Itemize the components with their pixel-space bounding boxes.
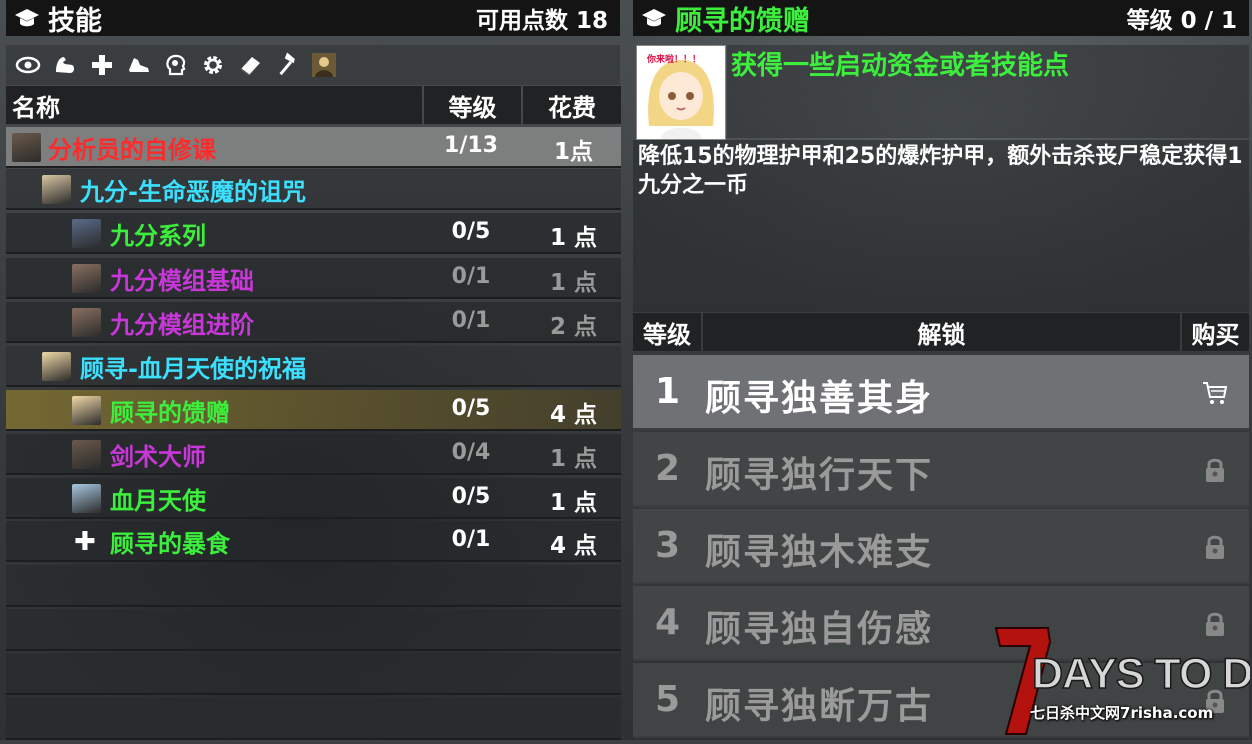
skill-row[interactable]: 九分系列 0/5 1 点 [6,213,621,254]
skill-name: 九分系列 [110,222,206,250]
skill-row[interactable]: 九分模组进阶 0/1 2 点 [6,302,621,343]
skill-name: 剑术大师 [110,443,206,471]
skill-avatar-icon [12,133,41,162]
skill-description: 降低15的物理护甲和25的爆炸护甲，额外击杀丧尸稳定获得1九分之一币 [638,144,1243,198]
skill-name: 九分-生命恶魔的诅咒 [80,178,306,206]
skill-row[interactable]: 顾寻的馈赠 0/5 4 点 [6,390,621,431]
graduation-cap-icon [15,9,39,27]
gear-icon[interactable] [199,51,227,79]
skill-name: 顾寻的暴食 [110,530,230,558]
skill-level: 1/13 [444,133,498,158]
unlock-name: 顾寻独断万古 [705,686,934,727]
watermark-site: 七日杀中文网7risha.com [1030,704,1214,722]
skill-level: 0/4 [451,440,491,465]
book-icon[interactable] [236,51,264,79]
lock-icon [1206,535,1224,559]
unlock-level-number: 1 [655,371,681,412]
column-header-name[interactable]: 名称 [6,86,422,124]
skill-avatar-icon [72,264,101,293]
unlock-level-number: 3 [655,525,681,566]
empty-row [6,609,621,651]
skill-level: 0/5 [451,219,491,244]
skill-summary: 获得一些启动资金或者技能点 [731,51,1070,81]
skill-cost: 2 点 [549,314,597,340]
skill-detail-header: 顾寻的馈赠 等级 0 / 1 [633,0,1249,37]
medical-cross-icon[interactable] [88,51,116,79]
skill-name: 九分模组基础 [110,267,254,295]
game-logo-watermark: DAYS TO DIE 七日杀中文网7risha.com [992,622,1252,740]
skill-cost: 1点 [553,139,593,165]
skill-row[interactable]: 剑术大师 0/4 1 点 [6,434,621,475]
unlock-col-buy[interactable]: 购买 [1182,313,1249,351]
skills-header: 技能 可用点数 18 [6,0,620,37]
unlock-level-number: 4 [655,602,681,643]
unlock-level-number: 2 [655,448,681,489]
skill-level: 0/1 [451,264,491,289]
skill-group-row[interactable]: 九分-生命恶魔的诅咒 [6,169,621,210]
skill-avatar-icon [72,396,101,425]
unlock-row[interactable]: 1 顾寻独善其身 [633,355,1249,430]
skill-name: 顾寻的馈赠 [110,399,230,427]
skill-cost: 1 点 [549,490,597,516]
unlock-name: 顾寻独行天下 [705,455,934,496]
skill-name: 顾寻-血月天使的祝福 [80,355,306,383]
skill-level: 0/1 [451,527,491,552]
unlock-name: 顾寻独自伤感 [705,609,934,650]
skill-cost: 4 点 [549,533,597,559]
eye-icon[interactable] [14,51,42,79]
column-header-level[interactable]: 等级 [424,86,521,124]
unlock-row[interactable]: 2 顾寻独行天下 [633,432,1249,507]
skill-row[interactable]: 分析员的自修课 1/13 1点 [6,127,621,168]
available-points: 可用点数 18 [475,8,608,34]
cart-icon[interactable] [1201,379,1229,407]
skill-avatar-icon [42,175,71,204]
unlock-col-unlock[interactable]: 解锁 [703,313,1180,351]
skill-avatar-icon [42,352,71,381]
skill-avatar-icon [72,219,101,248]
skill-name: 分析员的自修课 [48,136,216,164]
skill-name: 九分模组进阶 [110,311,254,339]
skill-avatar-icon [72,484,101,513]
skill-cost: 4 点 [549,402,597,428]
skill-level-label: 等级 0 / 1 [1126,8,1237,34]
empty-row [6,653,621,695]
skill-summary-box: 获得一些启动资金或者技能点 [727,45,1249,138]
skill-detail-title: 顾寻的馈赠 [675,5,810,37]
character-portrait-icon[interactable] [310,51,338,79]
column-header-cost[interactable]: 花费 [523,86,621,124]
skill-avatar-icon [72,308,101,337]
skill-level: 0/5 [451,484,491,509]
portrait-caption: 你来啦！！！ [647,55,702,65]
hammer-icon[interactable] [273,51,301,79]
skill-avatar-icon [72,440,101,469]
skill-row[interactable]: 九分模组基础 0/1 1 点 [6,258,621,299]
unlock-name: 顾寻独善其身 [705,378,934,419]
skill-row[interactable]: ✚ 顾寻的暴食 0/1 4 点 [6,521,621,562]
strength-arm-icon[interactable] [51,51,79,79]
lock-icon [1206,458,1224,482]
skill-group-row[interactable]: 顾寻-血月天使的祝福 [6,346,621,387]
skill-row[interactable]: 血月天使 0/5 1 点 [6,478,621,519]
skill-cost: 1 点 [549,225,597,251]
category-tabs [6,45,620,85]
head-brain-icon[interactable] [162,51,190,79]
sparkle-plus-icon: ✚ [74,527,96,557]
skill-description-box: 降低15的物理护甲和25的爆炸护甲，额外击杀丧尸稳定获得1九分之一币 [633,140,1249,312]
unlock-name: 顾寻独木难支 [705,532,934,573]
unlock-row[interactable]: 3 顾寻独木难支 [633,509,1249,584]
skill-name: 血月天使 [110,487,206,515]
unlock-level-number: 5 [655,679,681,720]
skill-level: 0/1 [451,308,491,333]
skill-cost: 1 点 [549,446,597,472]
unlock-col-level[interactable]: 等级 [633,313,701,351]
skills-title: 技能 [48,5,102,37]
skill-cost: 1 点 [549,270,597,296]
empty-row [6,565,621,607]
svg-text:DAYS TO DIE: DAYS TO DIE [1032,650,1250,698]
running-shoe-icon[interactable] [125,51,153,79]
graduation-cap-icon [642,9,666,27]
empty-row [6,697,621,740]
skill-portrait: 你来啦！！！ [636,45,726,140]
skill-level: 0/5 [451,396,491,421]
